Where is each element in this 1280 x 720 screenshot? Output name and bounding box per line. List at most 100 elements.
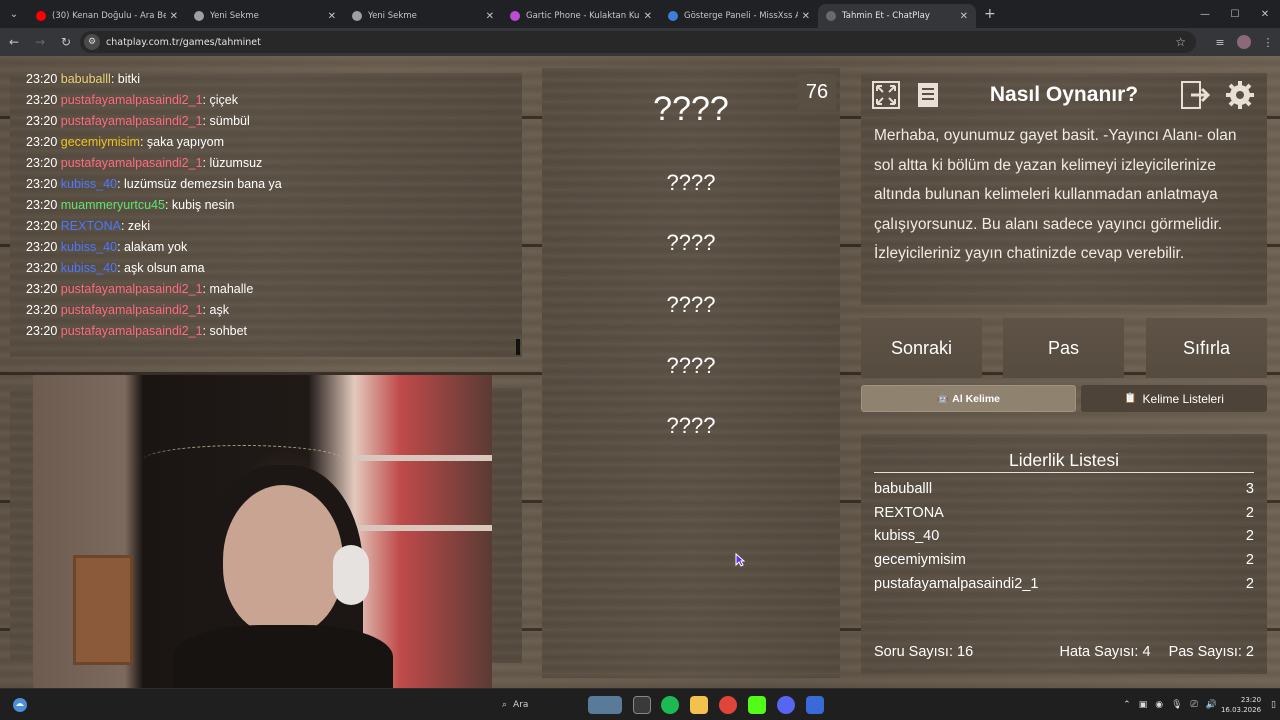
tab-close-icon[interactable]: ✕ xyxy=(486,11,494,22)
chat-time: 23:20 xyxy=(26,282,58,296)
clock-time: 23:20 xyxy=(1240,696,1262,704)
chrome-icon[interactable] xyxy=(719,696,737,714)
weather-widget-icon[interactable] xyxy=(588,696,622,714)
close-window-icon[interactable]: ✕ xyxy=(1250,0,1280,28)
microphone-icon[interactable]: 🎙 xyxy=(1171,700,1182,710)
errors-count: Hata Sayısı: 4 xyxy=(1059,644,1151,660)
chat-username[interactable]: pustafayamalpasaindi2_1 xyxy=(61,282,203,296)
start-icon[interactable] xyxy=(12,697,28,713)
tab-word-lists[interactable]: 📋 Kelime Listeleri xyxy=(1081,385,1267,412)
browser-tab[interactable]: Gartic Phone - Kulaktan Kulağa ✕ xyxy=(502,4,660,28)
chat-message: 23:20 pustafayamalpasaindi2_1: çiçek xyxy=(26,90,282,111)
browser-tab[interactable]: Yeni Sekme ✕ xyxy=(344,4,502,28)
app-icon[interactable] xyxy=(806,696,824,714)
person-face xyxy=(223,485,343,635)
chat-username[interactable]: pustafayamalpasaindi2_1 xyxy=(61,303,203,317)
chat-username[interactable]: pustafayamalpasaindi2_1 xyxy=(61,93,203,107)
tray-chevron-icon[interactable]: ⌃ xyxy=(1123,700,1131,710)
forbidden-word: ???? xyxy=(666,230,716,255)
chat-username[interactable]: pustafayamalpasaindi2_1 xyxy=(61,156,203,170)
taskbar-search-label: Ara xyxy=(513,700,529,710)
divider xyxy=(874,472,1254,473)
forbidden-word: ???? xyxy=(666,353,716,378)
task-view-icon[interactable] xyxy=(633,696,651,714)
profile-avatar[interactable] xyxy=(1237,35,1251,49)
notification-icon[interactable]: ▯ xyxy=(1271,700,1276,710)
chat-username[interactable]: muammeryurtcu45 xyxy=(61,198,165,212)
tab-close-icon[interactable]: ✕ xyxy=(644,11,652,22)
network-icon[interactable]: ⎚ xyxy=(1191,700,1198,710)
chat-panel: 23:20 babuballl: bitki 23:20 pustafayamal… xyxy=(10,73,522,357)
chat-message: 23:20 pustafayamalpasaindi2_1: aşk xyxy=(26,300,282,321)
clock-date: 16.03.2026 xyxy=(1220,706,1262,714)
browser-tab[interactable]: Yeni Sekme ✕ xyxy=(186,4,344,28)
chat-text: : sohbet xyxy=(202,324,248,338)
back-icon[interactable]: ← xyxy=(2,30,26,54)
pass-button[interactable]: Pas xyxy=(1003,318,1124,378)
tab-close-icon[interactable]: ✕ xyxy=(960,11,968,22)
tab-label: Gartic Phone - Kulaktan Kulağa xyxy=(526,11,640,21)
tray-app-icon[interactable]: ▣ xyxy=(1139,700,1148,710)
leaderboard-row: kubiss_40 2 xyxy=(874,528,1254,552)
forward-icon[interactable]: → xyxy=(28,30,52,54)
volume-icon[interactable]: 🔊 xyxy=(1206,700,1217,710)
exit-icon[interactable] xyxy=(1179,78,1213,112)
chat-username[interactable]: kubiss_40 xyxy=(61,240,117,254)
next-button[interactable]: Sonraki xyxy=(861,318,982,378)
discord-icon[interactable] xyxy=(777,696,795,714)
file-explorer-icon[interactable] xyxy=(690,696,708,714)
shelf xyxy=(352,455,492,461)
tab-word-lists-label: Kelime Listeleri xyxy=(1142,391,1224,406)
chat-message: 23:20 muammeryurtcu45: kubiş nesin xyxy=(26,195,282,216)
chat-text: : bitki xyxy=(110,73,140,86)
chat-username[interactable]: pustafayamalpasaindi2_1 xyxy=(61,114,203,128)
forbidden-word: ???? xyxy=(666,413,716,438)
media-icon[interactable]: ≡ xyxy=(1208,30,1232,54)
site-info-icon[interactable]: ⚙ xyxy=(84,34,100,50)
chat-time: 23:20 xyxy=(26,240,58,254)
tab-strip: (30) Kenan Doğulu - Ara Beni Lü✕Yeni Sek… xyxy=(28,0,976,28)
bookmark-star-icon[interactable]: ☆ xyxy=(1175,35,1186,49)
chat-message: 23:20 kubiss_40: luzümsüz demezsin bana … xyxy=(26,174,282,195)
browser-tab[interactable]: Tahmin Et - ChatPlay ✕ xyxy=(818,4,976,28)
tab-label: (30) Kenan Doğulu - Ara Beni Lü xyxy=(52,11,166,21)
chat-text: : mahalle xyxy=(202,282,254,296)
chat-messages: 23:20 babuballl: bitki 23:20 pustafayamal… xyxy=(26,73,282,342)
reset-button[interactable]: Sıfırla xyxy=(1146,318,1267,378)
chat-message: 23:20 pustafayamalpasaindi2_1: mahalle xyxy=(26,279,282,300)
tab-close-icon[interactable]: ✕ xyxy=(802,11,810,22)
chat-username[interactable]: kubiss_40 xyxy=(61,177,117,191)
chat-text: : sümbül xyxy=(202,114,250,128)
spotify-icon[interactable] xyxy=(661,696,679,714)
clock[interactable]: 23:20 16.03.2026 xyxy=(1221,695,1261,715)
howto-panel: Nasıl Oynanır? Merhaba, oyunumuz gayet b… xyxy=(861,73,1267,305)
forbidden-word: ???? xyxy=(666,170,716,195)
browser-tab[interactable]: (30) Kenan Doğulu - Ara Beni Lü ✕ xyxy=(28,4,186,28)
menu-icon[interactable]: ⋮ xyxy=(1256,30,1280,54)
minimize-icon[interactable]: — xyxy=(1190,0,1220,28)
tab-search-icon[interactable]: ⌄ xyxy=(0,0,28,28)
address-bar[interactable]: ⚙ chatplay.com.tr/games/tahminet ☆ xyxy=(80,31,1196,53)
chat-time: 23:20 xyxy=(26,177,58,191)
tray-app-icon[interactable]: ◉ xyxy=(1155,700,1163,710)
tab-favicon-icon xyxy=(510,11,520,21)
tab-get-word[interactable]: 🤖 Al Kelime xyxy=(861,385,1076,412)
tab-favicon-icon xyxy=(668,11,678,21)
tab-close-icon[interactable]: ✕ xyxy=(328,11,336,22)
chat-username[interactable]: gecemiymisim xyxy=(61,135,140,149)
settings-gear-icon[interactable] xyxy=(1223,78,1257,112)
chat-username[interactable]: babuballl xyxy=(61,73,111,86)
chat-scrollbar[interactable] xyxy=(516,339,520,355)
browser-tab[interactable]: Gösterge Paneli - MissXss AI Bo ✕ xyxy=(660,4,818,28)
new-tab-icon[interactable]: + xyxy=(984,6,996,22)
chat-message: 23:20 pustafayamalpasaindi2_1: sümbül xyxy=(26,111,282,132)
tab-get-word-label: Al Kelime xyxy=(952,392,1001,405)
reload-icon[interactable]: ↻ xyxy=(54,30,78,54)
tab-close-icon[interactable]: ✕ xyxy=(170,11,178,22)
kick-icon[interactable] xyxy=(748,696,766,714)
chat-username[interactable]: kubiss_40 xyxy=(61,261,117,275)
maximize-icon[interactable]: ☐ xyxy=(1220,0,1250,28)
chat-username[interactable]: REXTONA xyxy=(61,219,121,233)
browser-toolbar: ← → ↻ ⚙ chatplay.com.tr/games/tahminet ☆… xyxy=(0,28,1280,56)
chat-username[interactable]: pustafayamalpasaindi2_1 xyxy=(61,324,203,338)
